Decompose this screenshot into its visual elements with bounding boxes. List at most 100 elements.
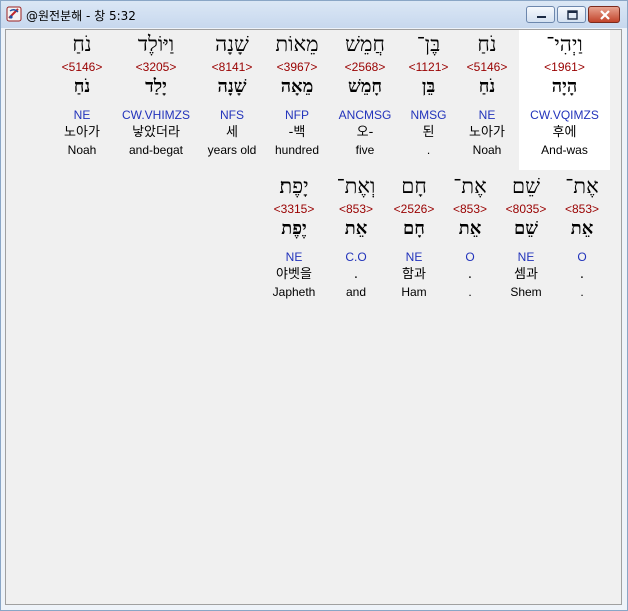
app-icon[interactable] (6, 6, 22, 22)
korean-gloss: 후에 (552, 125, 577, 140)
morphology: O (465, 250, 475, 264)
korean-gloss: 노아가 (64, 125, 100, 140)
hebrew-word: נֹחַ (72, 32, 92, 56)
app-window: @원전분해 - 창 5:32 וַיְהִי־ <1961> הָיָה CW.… (0, 0, 628, 611)
strong-number: <3315> (273, 202, 315, 216)
korean-gloss: . (467, 267, 473, 282)
hebrew-word: מֵאוֹת (275, 32, 319, 56)
korean-gloss: 세 (226, 125, 238, 140)
morphology: O (577, 250, 587, 264)
strong-number: <853> (338, 202, 374, 216)
lemma: חָם (403, 218, 425, 239)
morphology: CW.VHIMZS (122, 108, 190, 122)
minimize-button[interactable] (526, 6, 555, 23)
lemma: נֹחַ (73, 76, 91, 97)
word-card[interactable]: אֶת־ <853> אֵת O . . (444, 172, 496, 312)
lemma: חָמֵשׁ (347, 76, 383, 97)
strong-number: <5146> (61, 60, 103, 74)
morphology: NE (73, 108, 91, 122)
english-gloss: Shem (510, 285, 542, 299)
word-card[interactable]: יָפֶת׃ <3315> יֶפֶת NE 야벳을 Japheth (262, 172, 326, 312)
strong-number: <853> (564, 202, 600, 216)
lemma: אֵת (570, 218, 594, 239)
english-gloss: five (355, 143, 375, 157)
lemma: שָׁנָה (217, 76, 247, 97)
english-gloss: . (468, 285, 472, 299)
english-gloss: and (345, 285, 367, 299)
lemma: בֵּן (421, 76, 436, 97)
english-gloss: Noah (472, 143, 502, 157)
korean-gloss: 낳았더라 (132, 125, 180, 140)
hebrew-word: שָׁנָה (215, 32, 249, 56)
morphology: CW.VQIMZS (530, 108, 599, 122)
strong-number: <853> (452, 202, 488, 216)
korean-gloss: . (579, 267, 585, 282)
word-card[interactable]: וַיּוֹלֶד <3205> יָלַד CW.VHIMZS 낳았더라 an… (114, 30, 198, 170)
strong-number: <1961> (544, 60, 585, 74)
lemma: הָיָה (551, 76, 578, 97)
lemma: נֹחַ (478, 76, 496, 97)
lemma: אֵת (458, 218, 482, 239)
word-card[interactable]: אֶת־ <853> אֵת O . . (556, 172, 608, 312)
korean-gloss: 함과 (402, 267, 426, 282)
morphology: NE (405, 250, 423, 264)
hebrew-word: נֹחַ (477, 32, 497, 56)
hebrew-word: אֶת־ (453, 174, 487, 198)
morphology: NE (285, 250, 303, 264)
word-card[interactable]: חָם <2526> חָם NE 함과 Ham (386, 172, 442, 312)
analysis-panel[interactable]: וַיְהִי־ <1961> הָיָה CW.VQIMZS 후에 And-w… (5, 29, 622, 605)
hebrew-word: וְאֶת־ (336, 174, 376, 198)
english-gloss: And-was (541, 143, 588, 157)
close-button[interactable] (588, 6, 620, 23)
korean-gloss: 된 (422, 125, 435, 140)
morphology: NMSG (410, 108, 447, 122)
maximize-button[interactable] (557, 6, 586, 23)
word-card[interactable]: נֹחַ <5146> נֹחַ NE 노아가 Noah (52, 30, 112, 170)
hebrew-word: חָם (401, 174, 427, 198)
close-icon (600, 10, 610, 20)
korean-gloss: 야벳을 (276, 267, 312, 282)
word-card[interactable]: בֶּן־ <1121> בֵּן NMSG 된 . (401, 30, 456, 170)
morphology: NE (478, 108, 496, 122)
english-gloss: and-begat (128, 143, 184, 157)
strong-number: <5146> (466, 60, 508, 74)
word-card[interactable]: וְאֶת־ <853> אֵת C.O . and (328, 172, 384, 312)
korean-gloss: -백 (288, 125, 306, 140)
morphology: NFP (285, 108, 309, 122)
morphology: C.O (345, 250, 367, 264)
strong-number: <1121> (408, 60, 449, 74)
english-gloss: Japheth (272, 285, 316, 299)
window-title: @원전분해 - 창 5:32 (26, 9, 136, 23)
word-card[interactable]: מֵאוֹת <3967> מֵאָה NFP -백 hundred (265, 30, 329, 170)
strong-number: <8141> (211, 60, 253, 74)
korean-gloss: 노아가 (469, 125, 505, 140)
lemma: יֶפֶת (281, 218, 307, 239)
hebrew-word: בֶּן־ (416, 32, 441, 56)
lemma: יָלַד (145, 76, 167, 97)
word-card[interactable]: נֹחַ <5146> נֹחַ NE 노아가 Noah (457, 30, 517, 170)
strong-number: <2568> (344, 60, 386, 74)
maximize-icon (567, 10, 578, 20)
word-card[interactable]: שָׁנָה <8141> שָׁנָה NFS 세 years old (200, 30, 264, 170)
english-gloss: years old (207, 143, 257, 157)
hebrew-word: שֵׁם (512, 174, 540, 198)
word-card[interactable]: שֵׁם <8035> שֵׁם NE 셈과 Shem (498, 172, 554, 312)
strong-number: <3967> (276, 60, 318, 74)
hebrew-word: חֲמֵשׁ (345, 32, 385, 56)
korean-gloss: 오- (356, 125, 374, 140)
strong-number: <3205> (135, 60, 177, 74)
word-card[interactable]: וַיְהִי־ <1961> הָיָה CW.VQIMZS 후에 And-w… (519, 30, 610, 170)
english-gloss: hundred (274, 143, 320, 157)
lemma: שֵׁם (514, 218, 538, 239)
korean-gloss: 셈과 (514, 267, 538, 282)
minimize-icon (537, 16, 546, 18)
korean-gloss: . (353, 267, 359, 282)
english-gloss: Noah (67, 143, 97, 157)
word-card[interactable]: חֲמֵשׁ <2568> חָמֵשׁ ANCMSG 오- five (331, 30, 399, 170)
title-bar[interactable]: @원전분해 - 창 5:32 (1, 1, 627, 28)
hebrew-word: יָפֶת׃ (279, 174, 309, 198)
morphology: ANCMSG (338, 108, 392, 122)
hebrew-word: אֶת־ (565, 174, 599, 198)
hebrew-word: וַיְהִי־ (546, 32, 583, 56)
hebrew-word: וַיּוֹלֶד (137, 32, 175, 56)
